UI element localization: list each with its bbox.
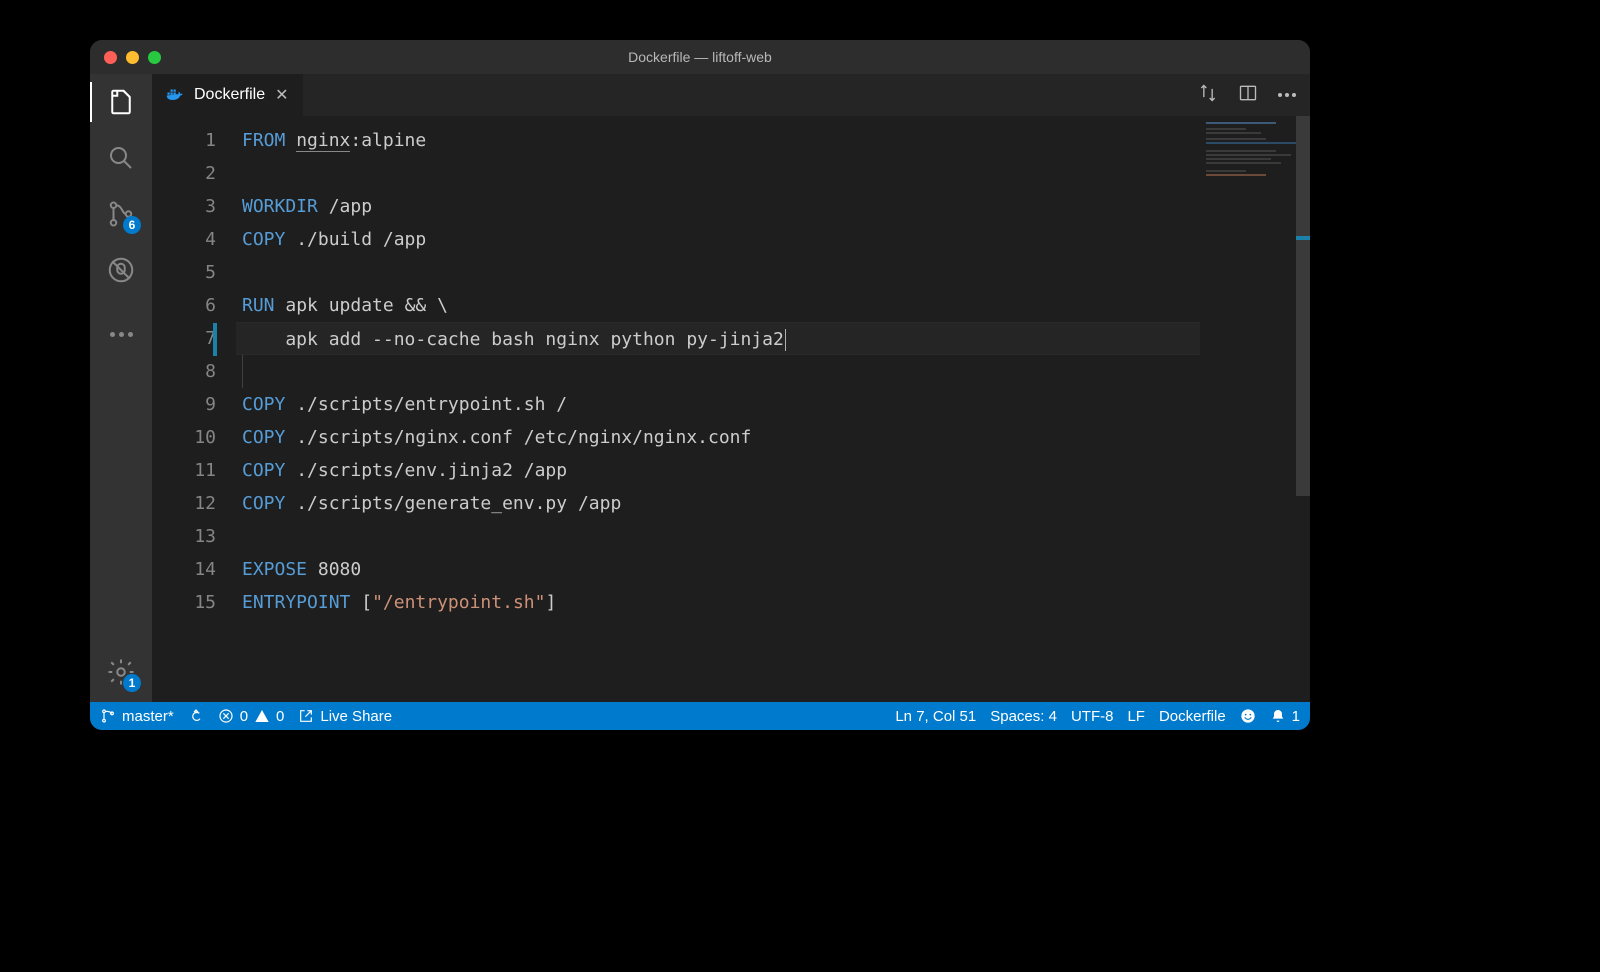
tab-close-icon[interactable]: ✕ — [275, 85, 288, 105]
source-control-icon[interactable]: 6 — [105, 198, 137, 230]
tab-bar: Dockerfile ✕ — [152, 74, 1310, 116]
close-window-button[interactable] — [104, 51, 117, 64]
tab-dockerfile[interactable]: Dockerfile ✕ — [152, 74, 303, 116]
notifications-status[interactable]: 1 — [1270, 708, 1300, 725]
code-line[interactable]: COPY ./scripts/nginx.conf /etc/nginx/ngi… — [242, 421, 1310, 454]
explorer-icon[interactable] — [105, 86, 137, 118]
docker-icon — [166, 88, 184, 102]
window-title: Dockerfile — liftoff-web — [90, 49, 1310, 65]
indentation-status[interactable]: Spaces: 4 — [990, 708, 1057, 725]
problems-status[interactable]: 0 0 — [218, 708, 285, 725]
activity-bar: 6 1 — [90, 74, 152, 702]
live-share-status[interactable]: Live Share — [298, 708, 392, 725]
debug-disabled-icon[interactable] — [105, 254, 137, 286]
code-line[interactable] — [242, 520, 1310, 553]
encoding-status[interactable]: UTF-8 — [1071, 708, 1114, 725]
code-line[interactable]: ENTRYPOINT ["/entrypoint.sh"] — [242, 586, 1310, 619]
code-line[interactable]: RUN apk update && \ — [242, 289, 1310, 322]
code-line[interactable]: COPY ./build /app — [242, 223, 1310, 256]
code-content[interactable]: FROM nginx:alpine WORKDIR /appCOPY ./buil… — [236, 116, 1310, 702]
editor-group: Dockerfile ✕ 123456789101112131415 FROM … — [152, 74, 1310, 702]
code-line[interactable]: WORKDIR /app — [242, 190, 1310, 223]
line-number-gutter: 123456789101112131415 — [152, 116, 236, 702]
workbench: 6 1 Dockerfile — [90, 74, 1310, 702]
search-icon[interactable] — [105, 142, 137, 174]
code-line[interactable]: EXPOSE 8080 — [242, 553, 1310, 586]
scm-badge: 6 — [123, 216, 141, 234]
git-branch-status[interactable]: master* — [100, 708, 174, 725]
code-line[interactable]: COPY ./scripts/env.jinja2 /app — [242, 454, 1310, 487]
code-line[interactable]: apk add --no-cache bash nginx python py-… — [236, 322, 1310, 355]
git-sync-status[interactable] — [188, 708, 204, 724]
status-bar: master* 0 0 Live Share Ln 7, Col 51 Spac… — [90, 702, 1310, 730]
compare-changes-icon[interactable] — [1198, 83, 1218, 108]
vscode-window: Dockerfile — liftoff-web 6 — [90, 40, 1310, 730]
code-area[interactable]: 123456789101112131415 FROM nginx:alpine W… — [152, 116, 1310, 702]
cursor-position-status[interactable]: Ln 7, Col 51 — [895, 708, 976, 725]
feedback-icon[interactable] — [1240, 708, 1256, 724]
code-line[interactable] — [242, 157, 1310, 190]
settings-badge: 1 — [123, 674, 141, 692]
window-controls — [104, 51, 161, 64]
eol-status[interactable]: LF — [1127, 708, 1145, 725]
minimize-window-button[interactable] — [126, 51, 139, 64]
code-line[interactable] — [242, 256, 1310, 289]
titlebar: Dockerfile — liftoff-web — [90, 40, 1310, 74]
tab-label: Dockerfile — [194, 86, 265, 104]
code-line[interactable]: COPY ./scripts/entrypoint.sh / — [242, 388, 1310, 421]
split-editor-icon[interactable] — [1238, 83, 1258, 108]
editor-actions — [1198, 83, 1310, 108]
minimap[interactable] — [1200, 116, 1310, 702]
more-actions-icon[interactable] — [1278, 93, 1296, 97]
more-views-icon[interactable] — [105, 318, 137, 350]
vertical-scrollbar[interactable] — [1296, 116, 1310, 702]
language-mode-status[interactable]: Dockerfile — [1159, 708, 1226, 725]
code-line[interactable]: FROM nginx:alpine — [242, 124, 1310, 157]
code-line[interactable]: COPY ./scripts/generate_env.py /app — [242, 487, 1310, 520]
settings-gear-icon[interactable]: 1 — [105, 656, 137, 688]
code-line[interactable] — [242, 355, 1310, 388]
zoom-window-button[interactable] — [148, 51, 161, 64]
